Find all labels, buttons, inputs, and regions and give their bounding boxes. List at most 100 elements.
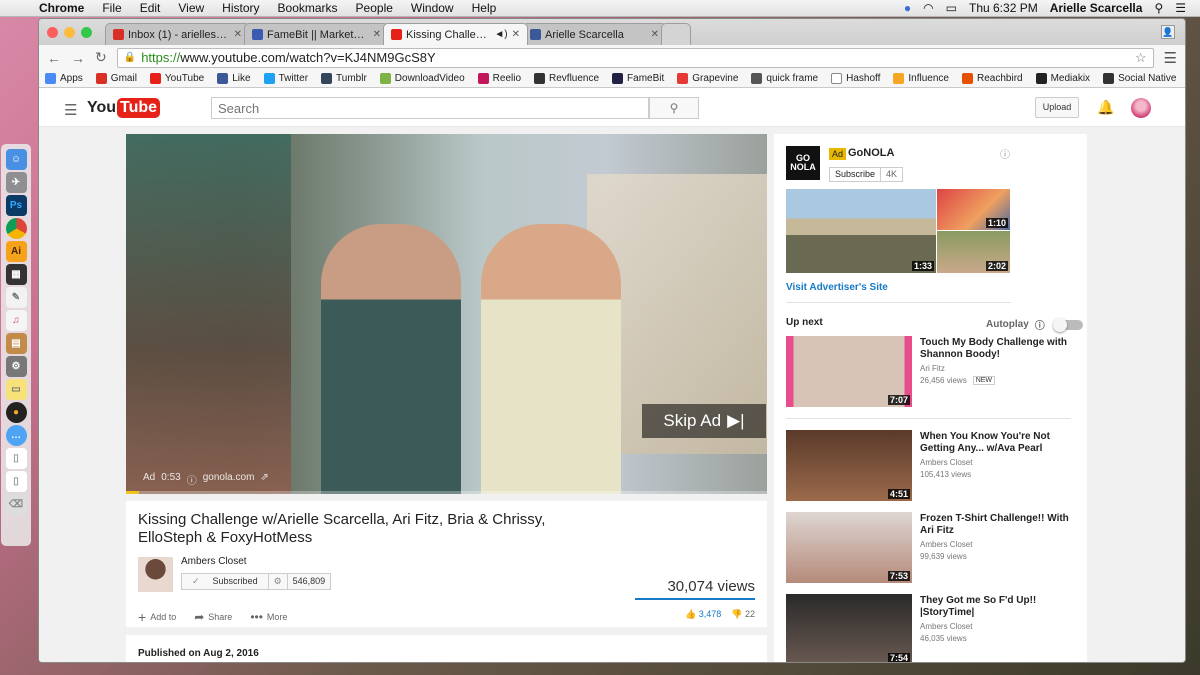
ad-domain-link[interactable]: gonola.com <box>203 472 255 487</box>
bookmark-apps[interactable]: Apps <box>45 73 83 84</box>
upload-button[interactable]: Upload <box>1035 97 1079 118</box>
like-button[interactable]: 👍 3,478 <box>685 609 721 620</box>
document-icon-2[interactable]: ▯ <box>5 471 27 492</box>
spotlight-icon[interactable]: ⚲ <box>1154 1 1163 15</box>
skip-ad-button[interactable]: Skip Ad ▶| <box>642 404 766 438</box>
bookmark-hashoff[interactable]: Hashoff <box>831 73 880 84</box>
wifi-icon[interactable]: ◠ <box>923 1 933 15</box>
video-thumbnail[interactable]: 7:07 <box>786 336 912 407</box>
bookmark-star-icon[interactable]: ☆ <box>1135 50 1147 66</box>
bookmark-youtube[interactable]: YouTube <box>149 73 204 84</box>
youtube-logo[interactable]: You Tube <box>87 98 161 118</box>
channel-name[interactable]: Ambers Closet <box>181 556 247 567</box>
video-title-link[interactable]: Frozen T-Shirt Challenge!! With Ari Fitz <box>920 513 1080 537</box>
notification-center-icon[interactable]: ☰ <box>1175 1 1186 15</box>
ad-info-icon[interactable]: ⓘ <box>1000 146 1010 161</box>
list-item[interactable]: 4:51 When You Know You're Not Getting An… <box>786 430 1081 502</box>
launchpad-icon[interactable]: ✈ <box>5 172 27 193</box>
menubar-user[interactable]: Arielle Scarcella <box>1050 1 1143 15</box>
bookmark-reelio[interactable]: Reelio <box>477 73 521 84</box>
menubar-clock[interactable]: Thu 6:32 PM <box>969 1 1038 15</box>
address-bar[interactable]: 🔒 https://www.youtube.com/watch?v=KJ4NM9… <box>116 47 1154 68</box>
tab-facebook[interactable]: Arielle Scarcella ✕ <box>522 23 667 45</box>
trash-icon[interactable]: ⌫ <box>5 494 27 515</box>
video-thumbnail[interactable]: 4:51 <box>786 430 912 501</box>
bookmark-reachbird[interactable]: Reachbird <box>962 73 1023 84</box>
finder-icon[interactable]: ☺ <box>5 149 27 170</box>
advertiser-subscribe-button[interactable]: Subscribe 4K <box>829 167 904 182</box>
reload-icon[interactable]: ↻ <box>95 49 107 66</box>
chrome-icon[interactable] <box>5 218 27 239</box>
channel-avatar[interactable] <box>138 557 173 592</box>
notifications-bell-icon[interactable]: 🔔 <box>1097 99 1114 116</box>
bookmark-revfluence[interactable]: Revfluence <box>534 73 599 84</box>
external-link-icon[interactable]: ⇗ <box>260 472 268 487</box>
status-app-icon[interactable]: ● <box>904 1 911 15</box>
zoom-window-button[interactable] <box>81 27 92 38</box>
channel-name[interactable]: Ambers Closet <box>920 622 972 631</box>
visit-advertiser-link[interactable]: Visit Advertiser's Site <box>786 282 888 293</box>
video-thumbnail[interactable]: 7:53 <box>786 512 912 583</box>
tab-gmail[interactable]: Inbox (1) - ariellescarcella@ ✕ <box>105 23 250 45</box>
final-cut-icon[interactable]: ▦ <box>5 264 27 285</box>
system-preferences-icon[interactable]: ⚙ <box>5 356 27 377</box>
tab-youtube-video[interactable]: Kissing Challenge w/Ar ◄) ✕ <box>383 23 528 45</box>
video-player[interactable]: Skip Ad ▶| Ad 0:53 ⓘ gonola.com ⇗ <box>126 134 767 494</box>
video-title-link[interactable]: Touch My Body Challenge with Shannon Boo… <box>920 337 1080 361</box>
list-item[interactable]: 7:53 Frozen T-Shirt Challenge!! With Ari… <box>786 512 1081 584</box>
tab-close-icon[interactable]: ✕ <box>234 29 242 40</box>
menu-app-name[interactable]: Chrome <box>30 1 93 15</box>
tab-close-icon[interactable]: ✕ <box>651 29 659 40</box>
autoplay-toggle[interactable] <box>1052 317 1083 332</box>
battery-icon[interactable]: ▭ <box>946 1 957 15</box>
ad-video-thumbnail-small[interactable]: 1:10 <box>937 189 1010 230</box>
menu-help[interactable]: Help <box>463 1 506 15</box>
tab-famebit[interactable]: FameBit || Marketplace ✕ <box>244 23 389 45</box>
ad-video-thumbnail-large[interactable]: 1:33 <box>786 189 936 273</box>
messages-icon[interactable]: … <box>5 425 27 446</box>
guide-menu-icon[interactable]: ☰ <box>64 101 77 119</box>
itunes-icon[interactable]: ♫ <box>5 310 27 331</box>
bookmark-quick-frame[interactable]: quick frame <box>751 73 818 84</box>
obs-icon[interactable]: ● <box>5 402 27 423</box>
subscribed-button[interactable]: ✓ Subscribed <box>182 574 268 589</box>
menu-view[interactable]: View <box>169 1 213 15</box>
subscription-settings-gear-icon[interactable]: ⚙ <box>267 574 287 589</box>
video-title-link[interactable]: When You Know You're Not Getting Any... … <box>920 431 1080 455</box>
close-window-button[interactable] <box>47 27 58 38</box>
photoshop-icon[interactable]: Ps <box>5 195 27 216</box>
channel-name[interactable]: Ambers Closet <box>920 458 972 467</box>
channel-name[interactable]: Ari Fitz <box>920 364 945 373</box>
ad-video-thumbnail-small[interactable]: 2:02 <box>937 231 1010 273</box>
video-thumbnail[interactable]: 7:54 <box>786 594 912 662</box>
list-item[interactable]: 7:07 Touch My Body Challenge with Shanno… <box>786 336 1081 408</box>
user-avatar[interactable] <box>1131 98 1151 118</box>
bookmark-gmail[interactable]: Gmail <box>95 73 137 84</box>
more-button[interactable]: ••• More <box>250 609 287 625</box>
illustrator-icon[interactable]: Ai <box>5 241 27 262</box>
profile-icon[interactable]: 👤 <box>1161 25 1175 39</box>
bookmark-mediakix[interactable]: Mediakix <box>1035 73 1090 84</box>
search-input[interactable] <box>211 97 649 119</box>
channel-name[interactable]: Ambers Closet <box>920 540 972 549</box>
minimize-window-button[interactable] <box>64 27 75 38</box>
menu-file[interactable]: File <box>93 1 130 15</box>
textedit-icon[interactable]: ✎ <box>5 287 27 308</box>
ad-progress-bar[interactable] <box>126 491 767 494</box>
chrome-menu-icon[interactable]: ☰ <box>1164 49 1177 67</box>
menu-people[interactable]: People <box>347 1 402 15</box>
search-button[interactable]: ⚲ <box>649 97 699 119</box>
add-to-button[interactable]: + Add to <box>138 609 176 625</box>
advertiser-logo[interactable]: GO NOLA <box>786 146 820 180</box>
tab-close-icon[interactable]: ✕ <box>373 29 381 40</box>
notes-icon[interactable]: ▭ <box>5 379 27 400</box>
document-icon[interactable]: ▯ <box>5 448 27 469</box>
tab-close-icon[interactable]: ✕ <box>512 29 520 40</box>
list-item[interactable]: 7:54 They Got me So F'd Up!! |StoryTime|… <box>786 594 1081 662</box>
bookmark-tumblr[interactable]: Tumblr <box>321 73 367 84</box>
photo-app-icon[interactable]: ▤ <box>5 333 27 354</box>
back-arrow-icon[interactable]: ← <box>47 50 61 66</box>
menu-edit[interactable]: Edit <box>131 1 170 15</box>
bookmark-downloadvideo[interactable]: DownloadVideo <box>379 73 465 84</box>
bookmark-twitter[interactable]: Twitter <box>263 73 308 84</box>
